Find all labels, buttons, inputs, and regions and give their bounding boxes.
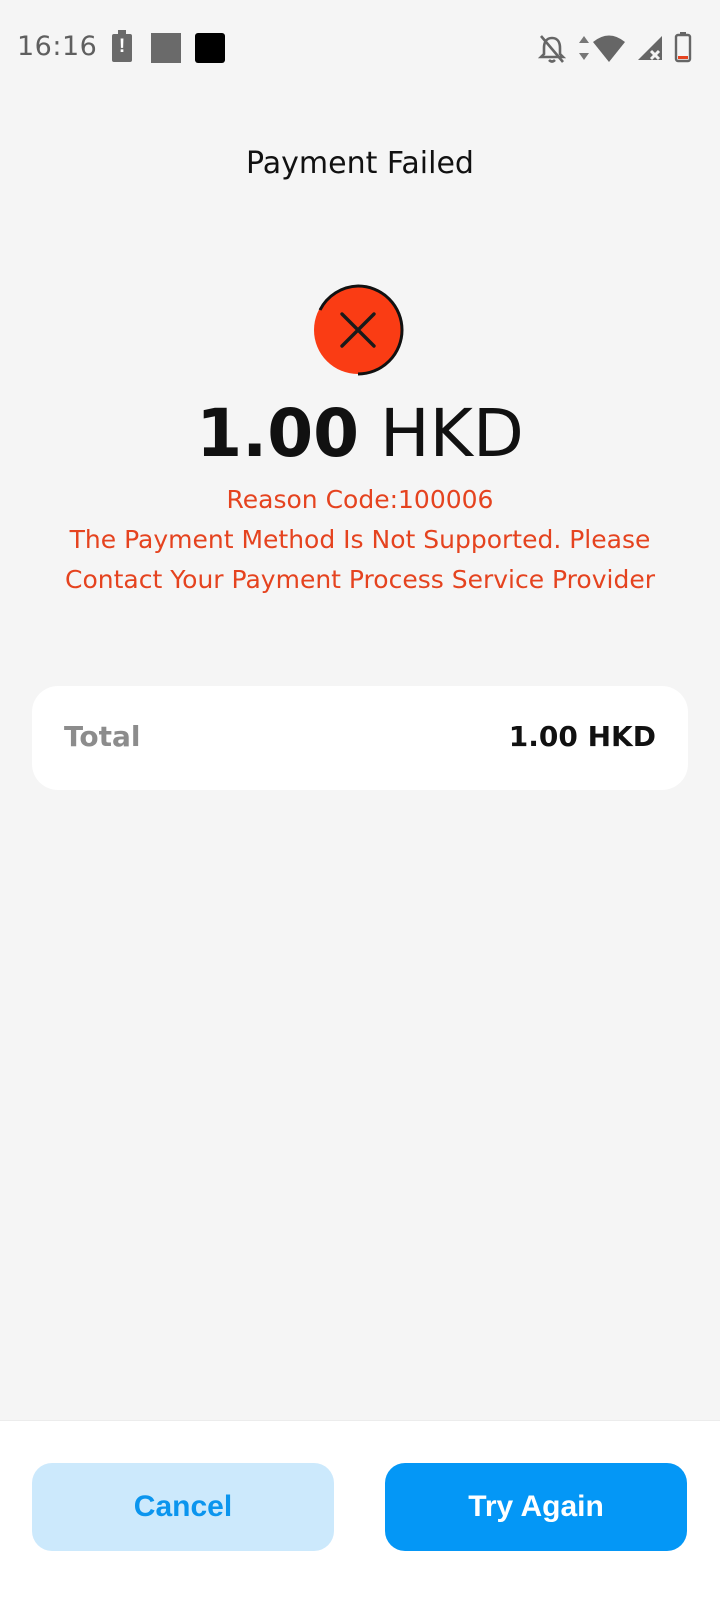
- cancel-button[interactable]: Cancel: [32, 1463, 334, 1551]
- error-x-icon: [314, 284, 404, 376]
- reason-code: Reason Code:100006: [226, 485, 494, 514]
- try-again-button[interactable]: Try Again: [385, 1463, 687, 1551]
- bell-off-icon: [538, 35, 566, 63]
- notification-black-square-icon: [195, 33, 225, 63]
- bottom-action-bar: Cancel Try Again: [0, 1420, 720, 1601]
- payment-amount: 1.00 HKD: [0, 392, 720, 476]
- error-message-line-1: The Payment Method Is Not Supported. Ple…: [69, 525, 651, 554]
- battery-alert-icon: !: [112, 30, 132, 62]
- battery-icon: [674, 32, 692, 63]
- amount-currency: HKD: [380, 395, 524, 472]
- error-message-line-2: Contact Your Payment Process Service Pro…: [65, 565, 655, 594]
- data-arrows-icon: [579, 36, 589, 60]
- total-label: Total: [64, 720, 141, 753]
- total-value: 1.00 HKD: [508, 720, 656, 753]
- battery-alert-glyph: !: [118, 36, 126, 57]
- total-card: Total 1.00 HKD: [32, 686, 688, 790]
- notification-gray-square-icon: [151, 33, 181, 63]
- signal-no-service-icon: [638, 36, 662, 61]
- page-title: Payment Failed: [246, 146, 474, 181]
- wifi-icon: [593, 35, 625, 62]
- amount-value: 1.00: [196, 395, 360, 472]
- status-bar: 16:16 !: [0, 0, 720, 96]
- status-time: 16:16: [17, 31, 98, 62]
